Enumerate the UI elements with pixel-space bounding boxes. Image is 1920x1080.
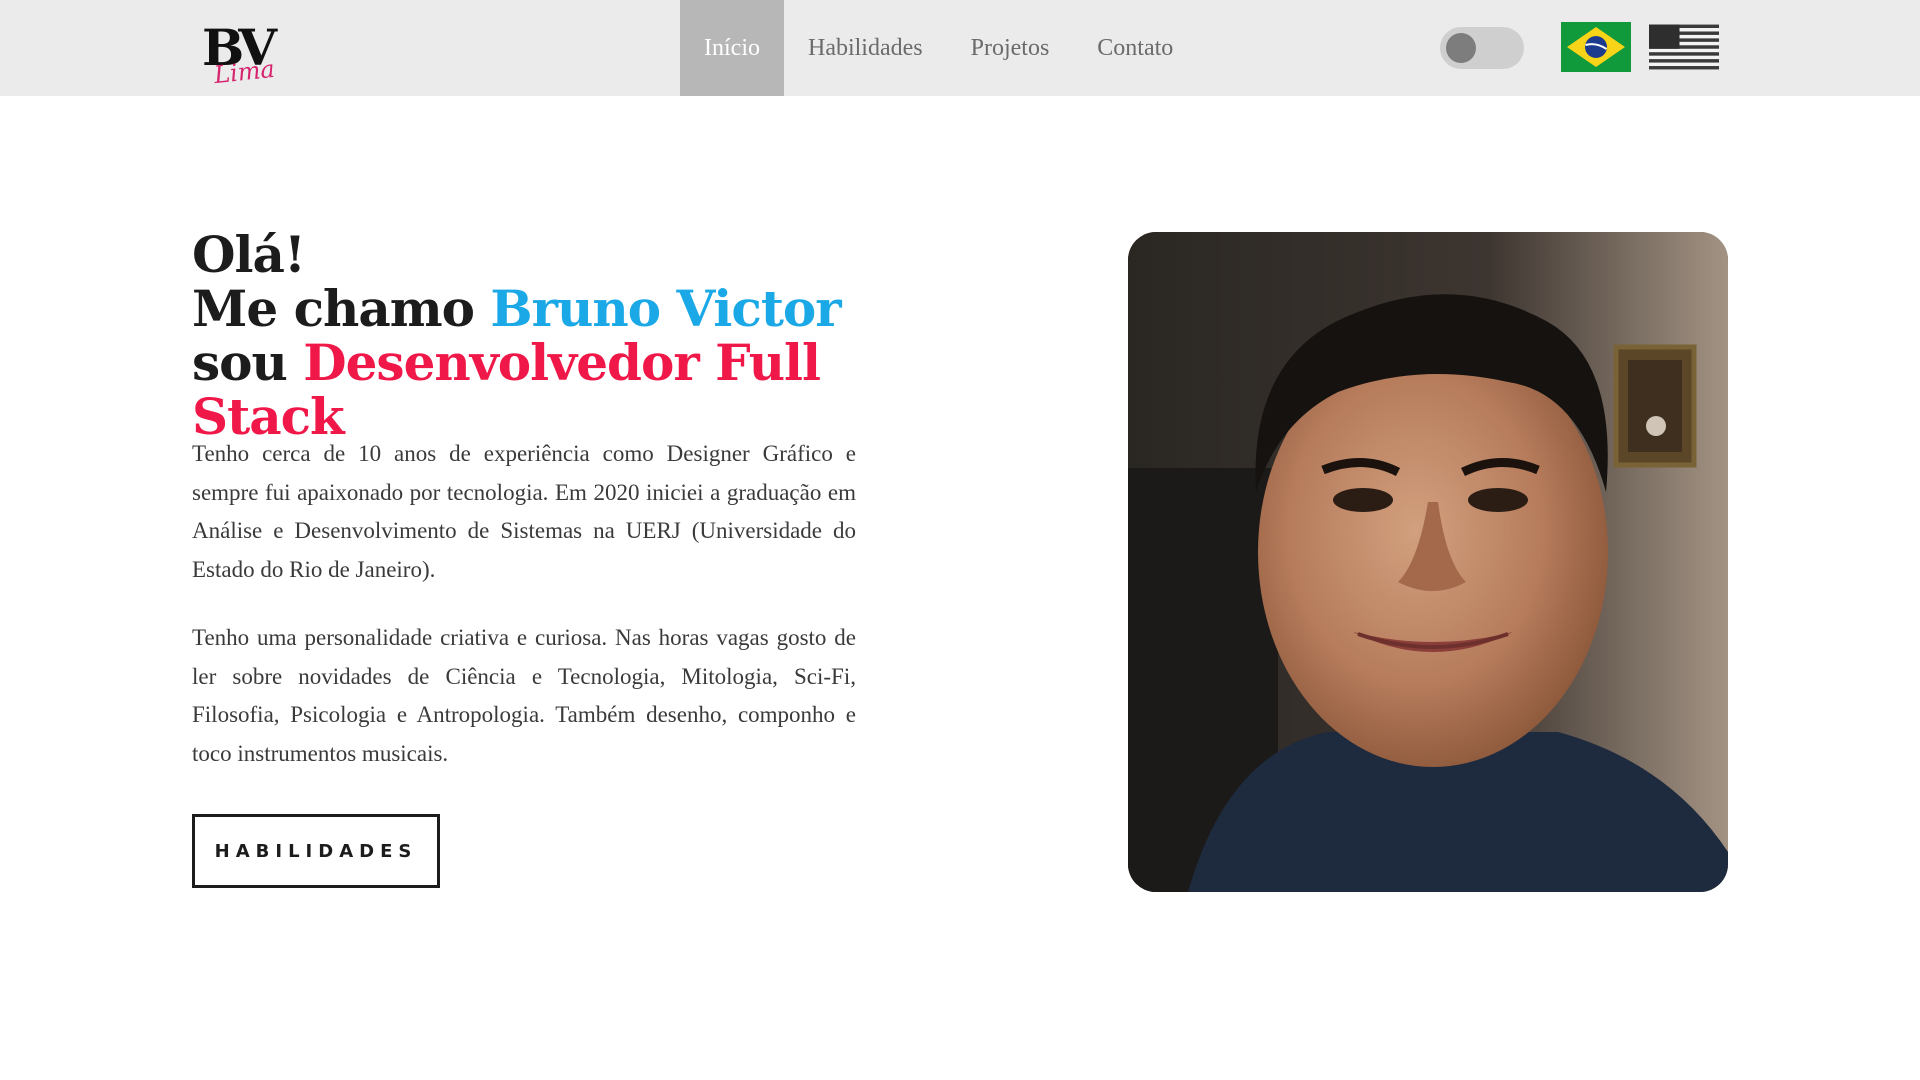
- toggle-knob: [1446, 33, 1476, 63]
- logo-signature: Lima: [212, 54, 276, 90]
- hero-role-prefix: sou: [192, 333, 304, 392]
- site-logo[interactable]: BV Lima: [196, 20, 286, 90]
- hero-name-line: Me chamo Bruno Victor: [192, 282, 952, 336]
- hero-role-line: sou Desenvolvedor Full Stack: [192, 336, 952, 444]
- nav-item-contato[interactable]: Contato: [1073, 0, 1197, 96]
- nav-item-projetos[interactable]: Projetos: [947, 0, 1074, 96]
- portrait-illustration: [1128, 232, 1728, 892]
- hero-name-prefix: Me chamo: [192, 279, 491, 338]
- main-nav: Início Habilidades Projetos Contato: [680, 0, 1197, 96]
- bio-paragraph-2: Tenho uma personalidade criativa e curio…: [192, 625, 856, 766]
- hero-heading: Olá! Me chamo Bruno Victor sou Desenvolv…: [192, 228, 952, 444]
- nav-item-inicio[interactable]: Início: [680, 0, 784, 96]
- top-navbar: BV Lima Início Habilidades Projetos Cont…: [0, 0, 1920, 96]
- profile-photo: [1128, 232, 1728, 892]
- skills-button[interactable]: HABILIDADES: [192, 814, 440, 888]
- usa-flag-icon[interactable]: [1649, 22, 1719, 72]
- hero-name: Bruno Victor: [490, 279, 841, 338]
- theme-toggle[interactable]: [1440, 27, 1524, 69]
- bio-paragraph-1: Tenho cerca de 10 anos de experiência co…: [192, 441, 856, 582]
- brazil-flag-icon[interactable]: [1561, 22, 1631, 72]
- nav-item-habilidades[interactable]: Habilidades: [784, 0, 947, 96]
- hero-greeting: Olá!: [192, 225, 306, 284]
